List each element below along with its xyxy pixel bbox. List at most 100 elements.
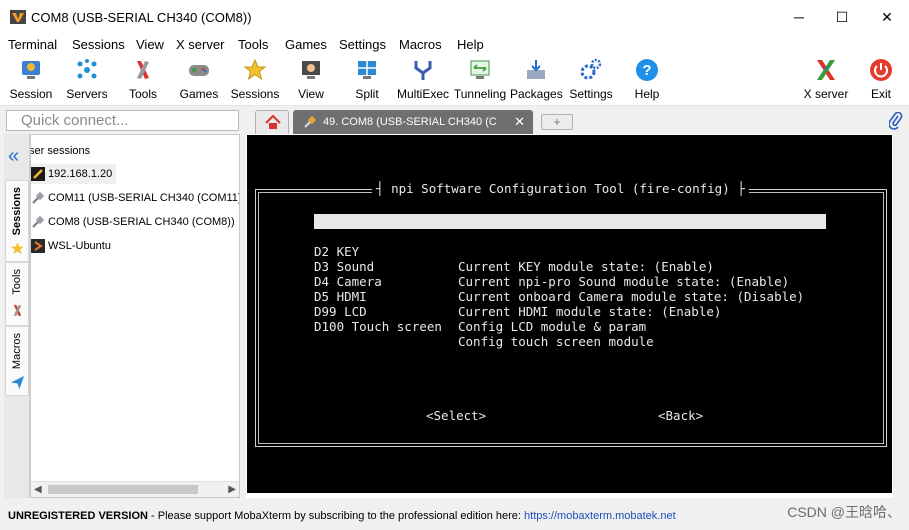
settings-label: Settings [569, 87, 613, 101]
mobaxterm-link[interactable]: https://mobaxterm.mobatek.net [524, 510, 676, 522]
games-icon [189, 65, 209, 76]
packages-icon [527, 60, 545, 79]
sessions-button[interactable]: Sessions [230, 54, 280, 106]
menu-option-desc: Current onboard Camera module state: (Di… [458, 289, 805, 304]
status-bar: UNREGISTERED VERSION - Please support Mo… [0, 506, 909, 530]
x-server-button[interactable]: X server [800, 54, 852, 106]
tools-button[interactable]: Tools [118, 54, 168, 106]
serial-icon [304, 115, 317, 128]
send-icon [10, 375, 25, 390]
menu-option[interactable]: D99 LCD Config LCD module & param [314, 289, 646, 334]
session-item-label: COM8 (USB-SERIAL CH340 (COM8)) [48, 216, 235, 228]
svg-text:?: ? [642, 62, 651, 79]
menu-option-desc: Config touch screen module [458, 334, 654, 349]
menu-help[interactable]: Help [457, 37, 484, 52]
split-icon [358, 61, 376, 79]
multiexec-button[interactable]: MultiExec [396, 54, 450, 106]
menu-option-desc: Current LED module state: (Enable) [458, 244, 714, 259]
view-label: View [298, 87, 324, 101]
servers-button[interactable]: Servers [62, 54, 112, 106]
tab-sessions[interactable]: Sessions [5, 180, 29, 262]
session-button[interactable]: Session [6, 54, 56, 106]
terminal-vertical-scrollbar[interactable] [893, 134, 909, 498]
tab-tools-label: Tools [11, 269, 23, 295]
exit-label: Exit [870, 87, 891, 101]
mobaxterm-app-icon [10, 10, 26, 24]
menu-terminal[interactable]: Terminal [8, 37, 57, 52]
tools-icon [13, 304, 22, 317]
close-window-button[interactable]: ✕ [877, 8, 897, 26]
quick-connect-input[interactable]: Quick connect... [6, 110, 239, 131]
tab-strip: 49. COM8 (USB-SERIAL CH340 (C ✕ + [245, 108, 909, 134]
packages-button[interactable]: Packages [510, 54, 563, 106]
games-button[interactable]: Games [174, 54, 224, 106]
collapse-icon[interactable]: « [8, 146, 19, 166]
split-button[interactable]: Split [342, 54, 392, 106]
config-dialog-title: npi Software Configuration Tool (fire-co… [372, 181, 749, 196]
multiexec-icon [414, 61, 432, 80]
menu-view[interactable]: View [136, 37, 164, 52]
unregistered-label: UNREGISTERED VERSION [8, 510, 148, 522]
tunneling-button[interactable]: Tunneling [452, 54, 508, 106]
tab-sessions-label: Sessions [11, 187, 23, 236]
help-button[interactable]: ? Help [622, 54, 672, 106]
session-item-label: 192.168.1.20 [48, 168, 113, 180]
xserver-icon [817, 60, 835, 80]
terminal-pane: npi Software Configuration Tool (fire-co… [246, 134, 909, 498]
new-tab-button[interactable]: + [541, 114, 573, 130]
sessions-group-header[interactable]: ser sessions [30, 141, 91, 161]
exit-icon [870, 59, 892, 81]
tab-com8-label: 49. COM8 (USB-SERIAL CH340 (C [323, 116, 497, 128]
settings-button[interactable]: Settings [566, 54, 616, 106]
tab-com8[interactable]: 49. COM8 (USB-SERIAL CH340 (C ✕ [293, 110, 533, 134]
sessions-label: Sessions [230, 87, 280, 101]
view-button[interactable]: View [286, 54, 336, 106]
tools-label: Tools [128, 87, 157, 101]
menu-option[interactable]: D1 LED Current LED module state: (Enable… [314, 214, 826, 259]
paperclip-icon[interactable] [889, 112, 903, 130]
split-label: Split [355, 87, 379, 101]
tools-icon [137, 61, 149, 79]
session-item[interactable]: 192.168.1.20 [31, 164, 116, 184]
menu-sessions[interactable]: Sessions [72, 37, 125, 52]
menu-x-server[interactable]: X server [176, 37, 224, 52]
scroll-left-icon[interactable]: ◀ [34, 482, 42, 497]
toolbar: Session Servers Tools Games Sessions Vie… [0, 54, 909, 106]
menu-option-desc: Current HDMI module state: (Enable) [458, 304, 722, 319]
exit-button[interactable]: Exit [858, 54, 904, 106]
star-icon [243, 58, 267, 81]
minimize-button[interactable]: ─ [789, 8, 809, 26]
maximize-button[interactable]: ☐ [832, 8, 852, 26]
terminal-screen[interactable]: npi Software Configuration Tool (fire-co… [247, 135, 892, 493]
sessions-horizontal-scrollbar[interactable]: ◀ ▶ [31, 481, 239, 497]
menu-option[interactable]: D3 Sound Current npi-pro Sound module st… [314, 244, 789, 289]
games-label: Games [179, 87, 219, 101]
session-item-label: COM11 (USB-SERIAL CH340 (COM11)) [48, 192, 240, 204]
select-button[interactable]: <Select> [426, 408, 486, 423]
sessions-group-label: ser sessions [30, 145, 91, 157]
view-icon [302, 61, 320, 79]
menu-bar: Terminal Sessions View X server Tools Ga… [0, 34, 909, 54]
tab-tools[interactable]: Tools [5, 262, 29, 326]
menu-macros[interactable]: Macros [399, 37, 442, 52]
menu-tools[interactable]: Tools [238, 37, 268, 52]
menu-option[interactable]: D2 KEY Current KEY module state: (Enable… [314, 229, 714, 274]
home-tab[interactable] [255, 110, 289, 134]
x-server-label: X server [803, 87, 849, 101]
menu-settings[interactable]: Settings [339, 37, 386, 52]
menu-option[interactable]: D100 Touch screen Config touch screen mo… [314, 304, 654, 349]
back-button[interactable]: <Back> [658, 408, 703, 423]
watermark: CSDN @王晗哈、 [787, 504, 901, 520]
wsl-icon [31, 239, 45, 253]
scroll-right-icon[interactable]: ▶ [228, 482, 236, 497]
tab-close-button[interactable]: ✕ [514, 110, 525, 134]
serial-icon [32, 215, 45, 228]
menu-games[interactable]: Games [285, 37, 327, 52]
serial-icon [32, 191, 45, 204]
scroll-thumb[interactable] [48, 485, 198, 494]
menu-option[interactable]: D5 HDMI Current HDMI module state: (Enab… [314, 274, 721, 319]
tab-macros[interactable]: Macros [5, 326, 29, 396]
side-tabs: « Sessions Tools Macros [4, 134, 30, 498]
menu-option[interactable]: D4 Camera Current onboard Camera module … [314, 259, 804, 304]
multiexec-label: MultiExec [396, 87, 449, 101]
